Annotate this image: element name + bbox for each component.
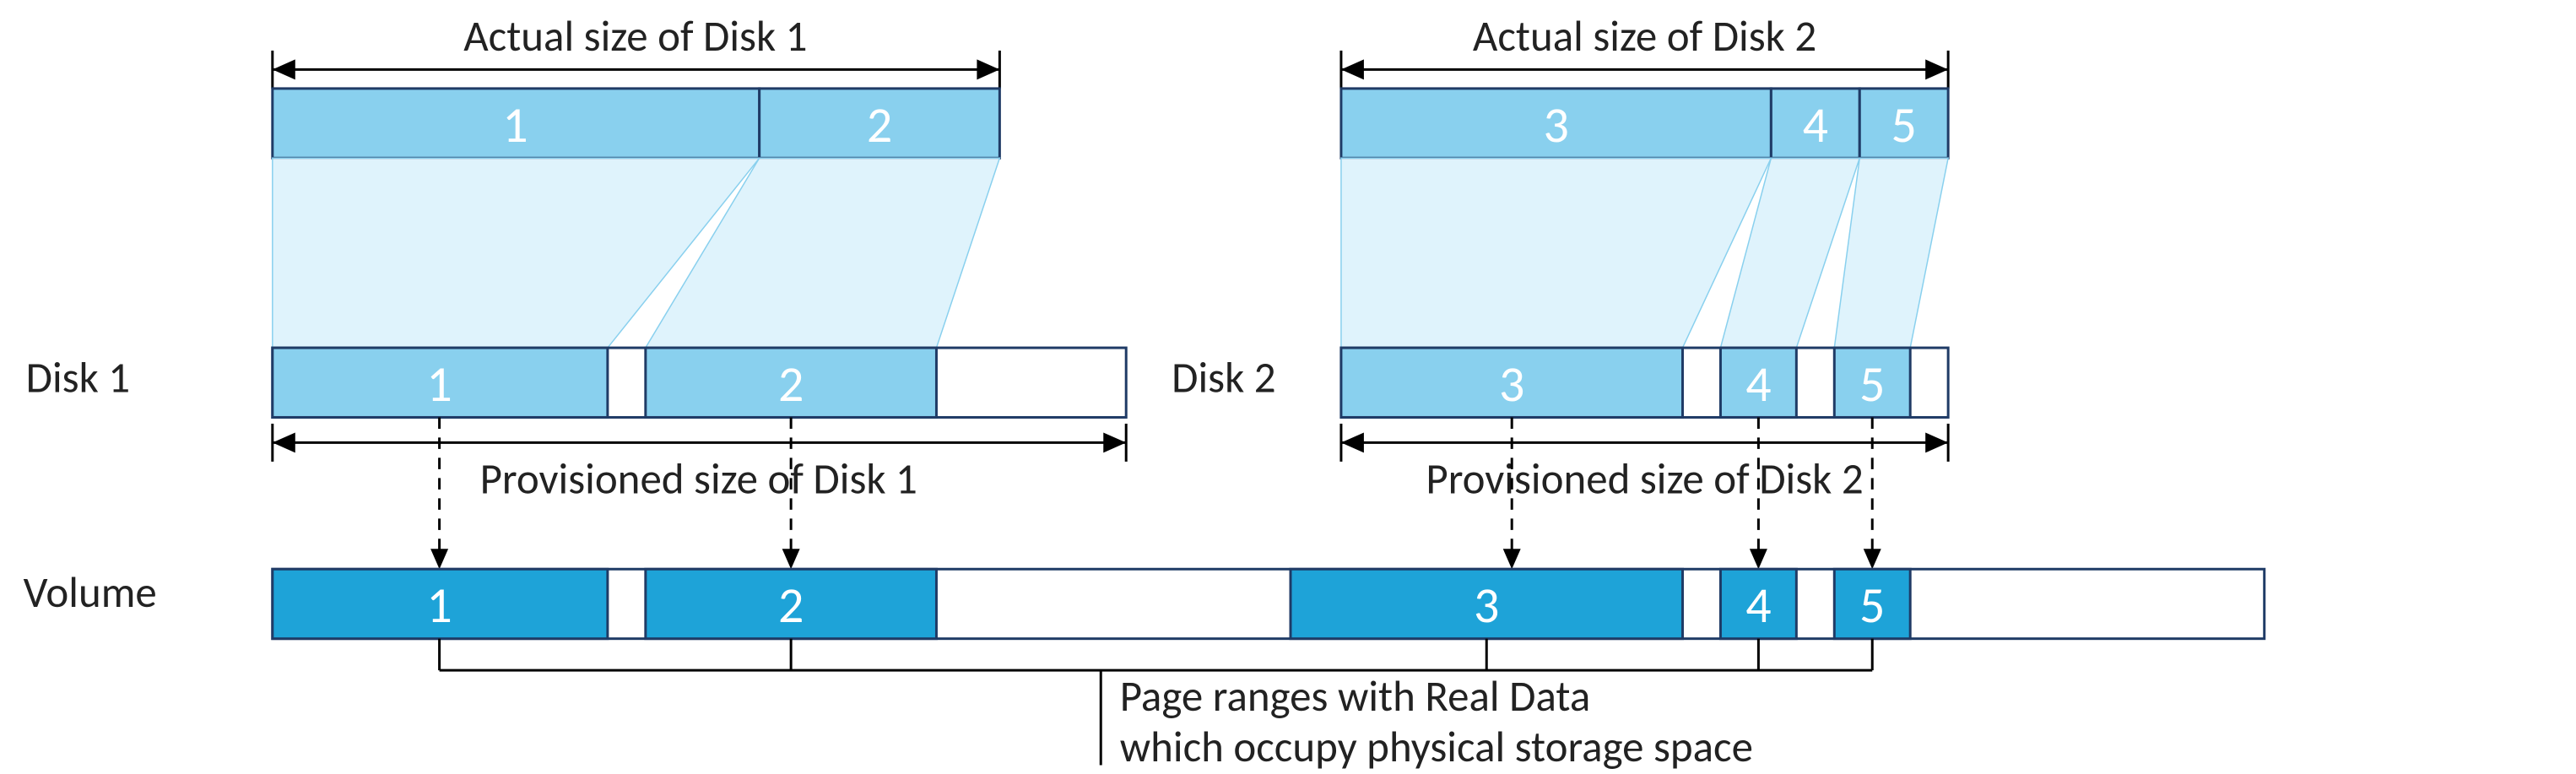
label-disk2: Disk 2	[1172, 350, 1275, 403]
label-volume: Volume	[24, 566, 157, 619]
svg-text:Provisioned size of Disk 2: Provisioned size of Disk 2	[1426, 452, 1863, 505]
bar-prov-disk1: 1 2	[273, 348, 1126, 417]
svg-text:4: 4	[1803, 95, 1828, 156]
svg-text:1: 1	[426, 575, 452, 636]
svg-text:Actual size of Disk 2: Actual size of Disk 2	[1473, 9, 1816, 62]
diagram: Disk 1 Disk 2 Volume Actual size of Disk…	[0, 0, 2576, 774]
svg-text:2: 2	[778, 354, 804, 415]
svg-text:4: 4	[1745, 575, 1771, 636]
bar-actual-disk2: 3 4 5	[1341, 89, 1948, 158]
svg-text:1: 1	[502, 95, 528, 156]
svg-text:4: 4	[1745, 354, 1771, 415]
svg-text:Actual size of Disk 1: Actual size of Disk 1	[463, 9, 807, 62]
dim-actual-disk2: Actual size of Disk 2	[1341, 9, 1948, 89]
svg-text:3: 3	[1474, 575, 1499, 636]
mapping-disk1	[273, 158, 1000, 348]
svg-text:2: 2	[778, 575, 804, 636]
bracket-note: Page ranges with Real Data which occupy …	[440, 639, 1873, 773]
svg-text:5: 5	[1859, 354, 1885, 415]
svg-text:2: 2	[867, 95, 892, 156]
svg-text:Page ranges with Real Data: Page ranges with Real Data	[1120, 669, 1591, 723]
svg-text:which occupy physical storage: which occupy physical storage space	[1120, 720, 1753, 773]
svg-text:1: 1	[426, 354, 452, 415]
svg-text:Provisioned size of Disk 1: Provisioned size of Disk 1	[480, 452, 917, 505]
label-disk1: Disk 1	[26, 350, 130, 403]
bar-actual-disk1: 1 2	[273, 89, 1000, 158]
dim-actual-disk1: Actual size of Disk 1	[273, 9, 1000, 89]
svg-text:5: 5	[1891, 95, 1917, 156]
bar-prov-disk2: 3 4 5	[1341, 348, 1948, 417]
dim-prov-disk2: Provisioned size of Disk 2	[1341, 424, 1948, 505]
dim-prov-disk1: Provisioned size of Disk 1	[273, 424, 1126, 505]
svg-text:3: 3	[1499, 354, 1524, 415]
svg-text:5: 5	[1859, 575, 1885, 636]
svg-text:3: 3	[1543, 95, 1568, 156]
bar-volume: 1 2 3 4 5	[273, 569, 2265, 638]
mapping-disk2	[1341, 158, 1948, 348]
